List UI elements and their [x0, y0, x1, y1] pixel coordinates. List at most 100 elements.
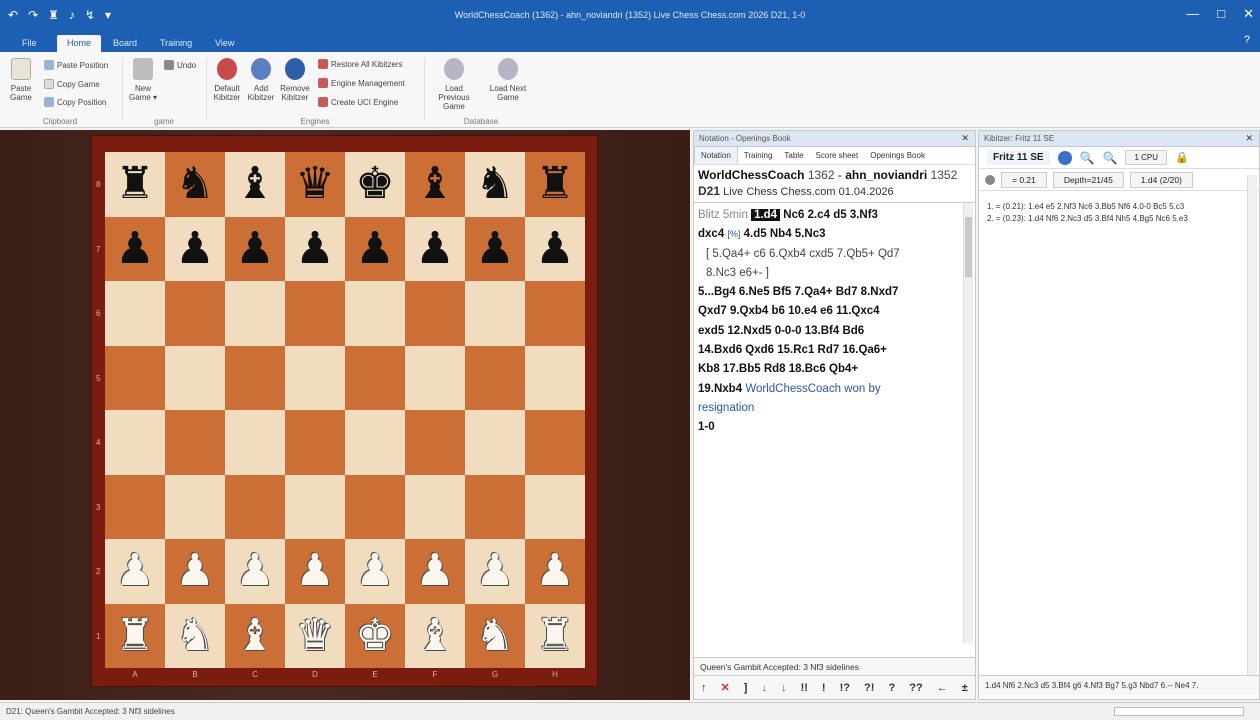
tab-home[interactable]: Home [57, 35, 102, 52]
square-f7[interactable]: ♟ [405, 216, 465, 281]
square-h5[interactable] [525, 345, 585, 410]
paste-game-button[interactable]: Paste Game [4, 58, 38, 102]
default-kibitzer-button[interactable]: Default Kibitzer [210, 58, 244, 102]
move[interactable]: 4.d5 [744, 228, 767, 240]
move[interactable]: dxc4 [698, 228, 724, 240]
black-king-icon[interactable]: ♚ [355, 162, 394, 206]
zoom-slider[interactable] [1114, 707, 1244, 716]
black-pawn-icon[interactable]: ♟ [535, 226, 574, 271]
square-g5[interactable] [465, 345, 525, 410]
load-previous-game-button[interactable]: Load Previous Game [432, 58, 476, 111]
engine-settings-icon[interactable] [1057, 150, 1072, 165]
load-next-game-button[interactable]: Load Next Game [486, 58, 530, 102]
square-d6[interactable] [285, 281, 345, 346]
move[interactable]: 5.Nc3 [795, 228, 826, 240]
white-pawn-icon[interactable]: ♟ [115, 549, 154, 593]
tab-notation[interactable]: Notation [694, 147, 738, 164]
square-e6[interactable] [345, 281, 405, 346]
black-pawn-icon[interactable]: ♟ [355, 226, 394, 271]
paste-position-button[interactable]: Paste Position [44, 60, 108, 70]
black-pawn-icon[interactable]: ♟ [295, 226, 334, 271]
square-h8[interactable]: ♜ [525, 152, 585, 217]
square-g1[interactable]: ♞ [465, 603, 525, 668]
square-h3[interactable] [525, 474, 585, 539]
square-e7[interactable]: ♟ [345, 216, 405, 281]
new-game-button[interactable]: New Game ▾ [126, 58, 160, 102]
tab-view[interactable]: View [205, 35, 244, 52]
cpu-selector[interactable]: 1 CPU [1125, 150, 1168, 165]
square-b7[interactable]: ♟ [165, 216, 225, 281]
create-uci-engine-button[interactable]: Create UCI Engine [318, 97, 398, 107]
square-e5[interactable] [345, 345, 405, 410]
annotation-button[interactable]: !? [840, 682, 850, 694]
square-c4[interactable] [225, 410, 285, 475]
white-rook-icon[interactable]: ♜ [115, 613, 154, 658]
black-pawn-icon[interactable]: ♟ [175, 226, 214, 271]
square-d1[interactable]: ♛ [285, 603, 345, 668]
engine-management-button[interactable]: Engine Management [318, 78, 405, 88]
square-f3[interactable] [405, 474, 465, 539]
help-icon[interactable]: ? [1244, 34, 1250, 46]
notation-scrollbar[interactable] [963, 203, 973, 643]
white-pawn-icon[interactable]: ♟ [295, 549, 334, 593]
square-a8[interactable]: ♜ [105, 152, 165, 217]
annotation-button[interactable]: ! [822, 682, 826, 694]
tab-table[interactable]: Table [778, 147, 809, 164]
square-d4[interactable] [285, 410, 345, 475]
move-line[interactable]: 5...Bg4 6.Ne5 Bf5 7.Qa4+ Bd7 8.Nxd7 [698, 283, 957, 302]
annotation-button[interactable]: ↓ [781, 682, 787, 694]
square-a5[interactable] [105, 345, 165, 410]
engine-line[interactable]: 2. = (0.23): 1.d4 Nf6 2.Nc3 d5 3.Bf4 Nh5… [987, 213, 1251, 225]
square-d8[interactable]: ♛ [285, 152, 345, 217]
tab-file[interactable]: File [12, 35, 47, 52]
square-d2[interactable]: ♟ [285, 539, 345, 604]
square-b2[interactable]: ♟ [165, 539, 225, 604]
black-rook-icon[interactable]: ♜ [535, 162, 574, 206]
minimize-button[interactable]: — [1186, 6, 1199, 22]
square-f4[interactable] [405, 410, 465, 475]
move-line[interactable]: 14.Bxd6 Qxd6 15.Rc1 Rd7 16.Qa6+ [698, 341, 957, 360]
black-pawn-icon[interactable]: ♟ [115, 226, 154, 271]
zoom-in-icon[interactable]: 🔍 [1103, 151, 1118, 165]
close-icon[interactable]: ✕ [961, 133, 969, 144]
undo-button[interactable]: Undo [164, 60, 196, 70]
square-g8[interactable]: ♞ [465, 152, 525, 217]
square-b8[interactable]: ♞ [165, 152, 225, 217]
square-a1[interactable]: ♜ [105, 603, 165, 668]
annotation-button[interactable]: ↑ [701, 682, 707, 694]
engine-stop-icon[interactable] [985, 174, 995, 185]
white-pawn-icon[interactable]: ♟ [355, 549, 394, 593]
chess-board[interactable]: ♜ ♞ ♝ ♛ ♚ ♝ ♞ ♜ ♟ ♟ ♟ ♟ ♟ ♟ ♟ ♟ ♟ ♟ ♟ ♟ ♟ ♟ ♟ ♟ ♜ ♞ ♝ ♛ ♚ ♝ ♞ ♜ [105, 152, 585, 668]
square-a4[interactable] [105, 410, 165, 475]
square-a6[interactable] [105, 281, 165, 346]
move[interactable]: 3.Nf3 [850, 209, 878, 221]
tab-board[interactable]: Board [103, 35, 147, 52]
square-c1[interactable]: ♝ [225, 603, 285, 668]
square-h4[interactable] [525, 410, 585, 475]
tab-training[interactable]: Training [150, 35, 202, 52]
white-king-icon[interactable]: ♚ [355, 613, 394, 658]
black-knight-icon[interactable]: ♞ [175, 162, 214, 206]
white-pawn-icon[interactable]: ♟ [535, 549, 574, 593]
close-button[interactable]: ✕ [1243, 6, 1254, 22]
current-move[interactable]: 1.d4 [751, 209, 781, 221]
annotation-button[interactable]: ] [744, 682, 748, 694]
move-line[interactable]: Qxd7 9.Qxb4 b6 10.e4 e6 11.Qxc4 [698, 302, 957, 321]
engine-name[interactable]: Fritz 11 SE [987, 150, 1050, 165]
square-h6[interactable] [525, 281, 585, 346]
zoom-out-icon[interactable]: 🔍 [1080, 151, 1095, 165]
scrollbar-thumb[interactable] [965, 217, 972, 277]
square-g7[interactable]: ♟ [465, 216, 525, 281]
lock-icon[interactable]: 🔒 [1175, 151, 1189, 164]
square-d5[interactable] [285, 345, 345, 410]
square-e3[interactable] [345, 474, 405, 539]
engine-scrollbar[interactable] [1247, 175, 1257, 675]
tab-score-sheet[interactable]: Score sheet [810, 147, 865, 164]
square-b4[interactable] [165, 410, 225, 475]
square-a2[interactable]: ♟ [105, 539, 165, 604]
annotation-button[interactable]: ± [962, 682, 968, 694]
black-queen-icon[interactable]: ♛ [295, 162, 334, 206]
black-pawn-icon[interactable]: ♟ [415, 226, 454, 271]
square-f6[interactable] [405, 281, 465, 346]
white-pawn-icon[interactable]: ♟ [415, 549, 454, 593]
